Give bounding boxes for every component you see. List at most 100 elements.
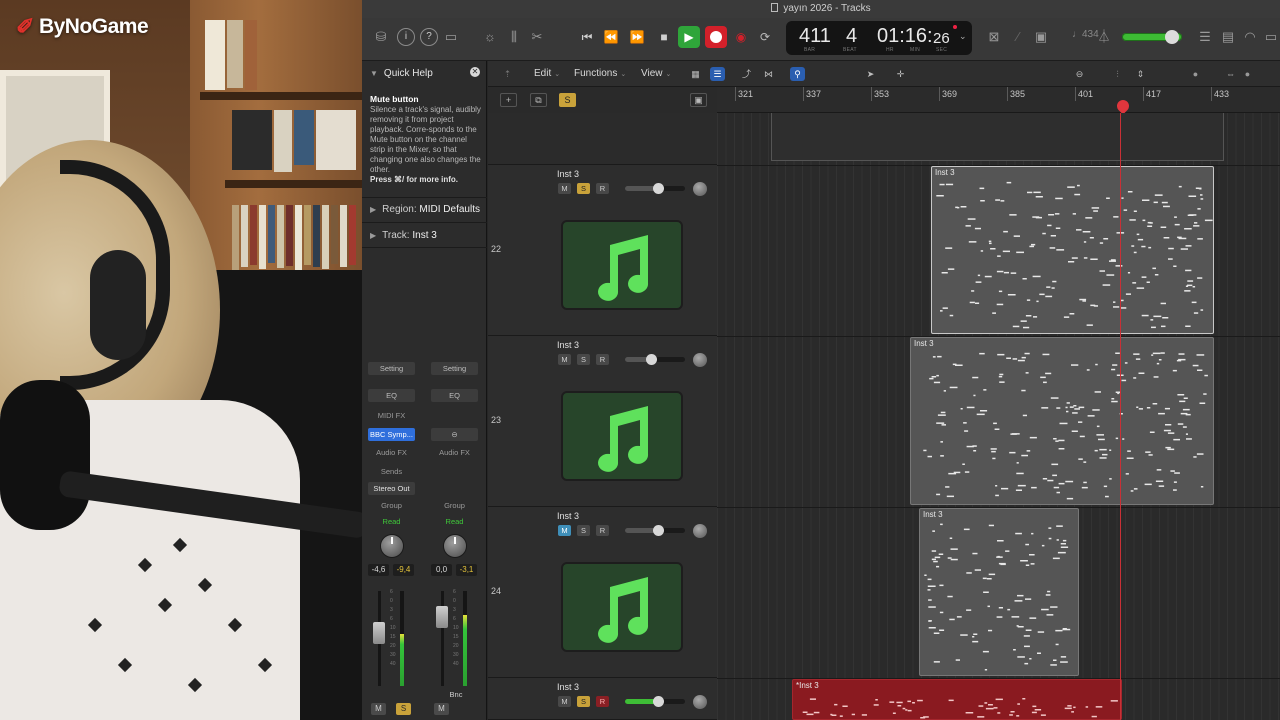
track-record-button[interactable]: R: [596, 525, 609, 536]
back-arrow-icon[interactable]: ⇡: [500, 67, 515, 81]
tuner-icon[interactable]: ⁄: [1009, 28, 1027, 46]
music-note-icon[interactable]: [561, 391, 683, 481]
add-track-button[interactable]: +: [500, 93, 517, 107]
region-partial[interactable]: [771, 113, 1224, 161]
track-name[interactable]: Inst 3: [557, 340, 579, 350]
horizontal-zoom-icon[interactable]: ⇔: [1223, 67, 1238, 81]
setting-button[interactable]: Setting: [368, 362, 415, 375]
flex-icon[interactable]: ⋈: [761, 67, 776, 81]
quick-help-icon[interactable]: ?: [420, 28, 438, 46]
catch-icon[interactable]: ⚲: [790, 67, 805, 81]
music-note-icon[interactable]: [561, 562, 683, 652]
go-to-beginning-button[interactable]: ⏮: [576, 26, 598, 48]
track-inspector-row[interactable]: ▶ Track: Inst 3: [370, 230, 437, 241]
global-solo-button[interactable]: S: [559, 93, 576, 107]
track-volume-slider[interactable]: [625, 354, 685, 365]
track-solo-button[interactable]: S: [577, 696, 590, 707]
pan-knob[interactable]: [444, 535, 466, 557]
automation-mode[interactable]: Read: [431, 517, 478, 526]
music-note-icon[interactable]: [561, 220, 683, 310]
sends-label[interactable]: Sends: [368, 467, 415, 476]
track-volume-slider[interactable]: [625, 696, 685, 707]
mixer-icon[interactable]: ⫼: [505, 28, 523, 46]
track-solo-button[interactable]: S: [577, 525, 590, 536]
volume-fader[interactable]: [436, 606, 448, 628]
track-solo-button[interactable]: S: [577, 183, 590, 194]
track-name[interactable]: Inst 3: [557, 169, 579, 179]
midi-fx-label[interactable]: MIDI FX: [368, 411, 415, 420]
track-name[interactable]: Inst 3: [557, 682, 579, 692]
stop-button[interactable]: ■: [653, 26, 675, 48]
header-options-button[interactable]: ▣: [690, 93, 707, 107]
zoom-slider-dot-icon[interactable]: ●: [1240, 67, 1255, 81]
region-inspector-row[interactable]: ▶ Region: MIDI Defaults: [370, 204, 480, 215]
functions-menu[interactable]: Functions ⌄: [574, 68, 626, 79]
record-button[interactable]: ●: [705, 26, 727, 48]
track-header[interactable]: 23 Inst 3 M S R: [488, 336, 717, 507]
track-record-button[interactable]: R: [596, 354, 609, 365]
loop-browser-icon[interactable]: ◠: [1241, 28, 1259, 46]
bar-ruler[interactable]: 321 337 353 369 385 401 417 433: [717, 87, 1280, 113]
channel-solo-button[interactable]: S: [396, 703, 411, 715]
setting-button[interactable]: Setting: [431, 362, 478, 375]
zoom-fit-icon[interactable]: ⊖: [1072, 67, 1087, 81]
track-header[interactable]: 24 Inst 3 M S R: [488, 507, 717, 678]
grid-view-icon[interactable]: ▦: [688, 67, 703, 81]
track-pan-knob[interactable]: [693, 524, 707, 538]
track-solo-button[interactable]: S: [577, 354, 590, 365]
output-slot[interactable]: Stereo Out: [368, 482, 415, 495]
vertical-zoom-icon[interactable]: ⇕: [1133, 67, 1148, 81]
instrument-plugin-slot[interactable]: BBC Symp...: [368, 428, 415, 441]
list-view-icon[interactable]: ☰: [710, 67, 725, 81]
lcd-display[interactable]: 411 4 01:16: 26 BAR BEAT HR MIN SEC ⌄: [786, 21, 972, 55]
view-menu[interactable]: View ⌄: [641, 68, 671, 79]
fast-forward-button[interactable]: ⏩: [626, 26, 648, 48]
arrange-area[interactable]: Inst 3 Inst 3 Inst 3 *Inst 3: [717, 113, 1280, 720]
automation-mode[interactable]: Read: [368, 517, 415, 526]
rewind-button[interactable]: ⏪: [600, 26, 622, 48]
track-volume-slider[interactable]: [625, 525, 685, 536]
track-mute-button[interactable]: M: [558, 183, 571, 194]
toolbar-icon[interactable]: ▭: [442, 28, 460, 46]
recording-region[interactable]: *Inst 3: [792, 679, 1122, 720]
audio-fx-label[interactable]: Audio FX: [368, 448, 415, 457]
automation-icon[interactable]: ⤴: [739, 67, 754, 81]
track-header[interactable]: 22 Inst 3 M S R: [488, 165, 717, 336]
midi-region[interactable]: Inst 3: [931, 166, 1214, 334]
play-button[interactable]: ▶: [678, 26, 700, 48]
track-mute-button[interactable]: M: [558, 696, 571, 707]
editors-icon[interactable]: ✂: [528, 28, 546, 46]
notepad-icon[interactable]: ▤: [1219, 28, 1237, 46]
audio-fx-label[interactable]: Audio FX: [431, 448, 478, 457]
metronome-icon[interactable]: ⏃: [1095, 28, 1113, 46]
capture-recording-button[interactable]: ◉: [730, 26, 752, 48]
eq-button[interactable]: EQ: [368, 389, 415, 402]
zoom-slider-dot-icon[interactable]: ●: [1188, 67, 1203, 81]
browsers-icon[interactable]: ▭: [1262, 28, 1280, 46]
track-mute-button[interactable]: M: [558, 354, 571, 365]
pencil-tool-icon[interactable]: ✛: [893, 67, 908, 81]
midi-region[interactable]: Inst 3: [910, 337, 1214, 505]
solo-mode-icon[interactable]: ▣: [1032, 28, 1050, 46]
quick-help-header[interactable]: ▼ Quick Help: [362, 61, 487, 87]
track-pan-knob[interactable]: [693, 182, 707, 196]
group-slot[interactable]: Group: [431, 501, 478, 510]
group-slot[interactable]: Group: [368, 501, 415, 510]
track-name[interactable]: Inst 3: [557, 511, 579, 521]
channel-mute-button[interactable]: M: [371, 703, 386, 715]
cycle-button[interactable]: ⟳: [754, 26, 776, 48]
library-icon[interactable]: ⛁: [372, 28, 390, 46]
duplicate-track-button[interactable]: ⧉: [530, 93, 547, 107]
list-editors-icon[interactable]: ☰: [1196, 28, 1214, 46]
edit-menu[interactable]: Edit ⌄: [534, 68, 560, 79]
track-pan-knob[interactable]: [693, 353, 707, 367]
track-header[interactable]: Inst 3 M S R: [488, 678, 717, 720]
track-mute-button[interactable]: M: [558, 525, 571, 536]
midi-region[interactable]: Inst 3: [919, 508, 1079, 676]
bounce-button[interactable]: Bnc: [444, 690, 468, 699]
track-pan-knob[interactable]: [693, 695, 707, 709]
pan-knob[interactable]: [381, 535, 403, 557]
close-icon[interactable]: ✕: [470, 67, 480, 77]
pointer-tool-icon[interactable]: ➤: [863, 67, 878, 81]
smart-controls-icon[interactable]: ☼: [481, 28, 499, 46]
